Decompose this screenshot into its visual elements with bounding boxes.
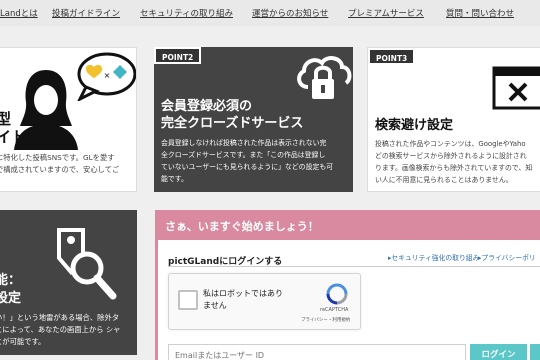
top-nav: Landとは 投稿ガイドライン セキュリティの取り組み 運営からのお知らせ プレ… bbox=[0, 0, 540, 26]
card1-title-line2: イト bbox=[0, 128, 27, 146]
nav-faq[interactable]: 質問・問い合わせ bbox=[446, 7, 514, 19]
privacy-link-label: プライバシーポリ bbox=[481, 254, 536, 262]
card1-desc-line1: に特化した投稿SNSです。GLを愛す bbox=[0, 153, 115, 162]
blocked-window-icon bbox=[492, 66, 540, 110]
login-divider bbox=[168, 266, 540, 267]
card4-title-line2: 設定 bbox=[0, 291, 22, 306]
point3-title: 検索避け設定 bbox=[375, 118, 454, 133]
security-link-label: セキュリティ強化の取り組み bbox=[391, 254, 480, 262]
card4-title-line1: 能： bbox=[0, 273, 22, 288]
security-link[interactable]: ▸セキュリティ強化の取り組み bbox=[388, 252, 479, 262]
login-panel-body: pictGLandにログインする ▸セキュリティ強化の取り組み ▸プライバシーポ… bbox=[158, 240, 540, 360]
recaptcha-label: 私はロボットではあり ません bbox=[203, 288, 283, 312]
nav-guideline[interactable]: 投稿ガイドライン bbox=[52, 7, 120, 19]
point3-desc-line3: ります。画像検索からも除外されていますので、知 bbox=[375, 164, 533, 172]
point2-title-line2: 完全クローズドサービス bbox=[161, 116, 304, 131]
nav-news[interactable]: 運営からのお知らせ bbox=[252, 7, 328, 19]
recaptcha-brand: reCAPTCHA bbox=[320, 307, 349, 313]
point3-desc-line1: 投稿された作品やコンテンツは、GoogleやYaho bbox=[375, 140, 526, 148]
login-panel-header: さぁ、いますぐ始めましょう！ bbox=[155, 210, 540, 240]
point2-desc-line1: 会員登録しなければ投稿された作品は表示されない完 bbox=[161, 139, 327, 147]
card1-title-line1: 型 bbox=[0, 110, 11, 128]
login-button[interactable]: ログイン bbox=[470, 344, 527, 360]
feature-card-point3: POINT3 検索避け設定 投稿された作品やコンテンツは、GoogleやYaho… bbox=[367, 47, 540, 192]
point3-badge: POINT3 bbox=[368, 48, 416, 65]
nav-about[interactable]: Landとは bbox=[0, 7, 38, 19]
card4-desc-line2: とによって、あなたの画面上から シャ bbox=[0, 325, 121, 334]
point3-desc-line4: い人に不用意に見られることはありません。 bbox=[375, 176, 513, 184]
recaptcha-label-line2: ません bbox=[203, 301, 227, 310]
privacy-link[interactable]: ▸プライバシーポリ bbox=[478, 252, 536, 262]
nav-security[interactable]: セキュリティの取り組み bbox=[140, 7, 233, 19]
point2-title-line1: 会員登録必須の bbox=[161, 99, 253, 114]
feature-card-point4: 能： 設定 い！」という地雷がある場合、除外タ とによって、あなたの画面上から … bbox=[0, 210, 137, 355]
tag-search-icon bbox=[57, 228, 117, 300]
secondary-login-button[interactable] bbox=[530, 344, 540, 360]
point2-desc-line4: 能です。 bbox=[161, 175, 188, 183]
card1-desc-line2: で構成されていますので、安心してご bbox=[0, 165, 120, 174]
point2-desc-line3: ていないユーザーにも見られるように」などの設定も可 bbox=[161, 163, 334, 171]
point2-badge: POINT2 bbox=[154, 47, 202, 64]
login-panel-heading: さぁ、いますぐ始めましょう！ bbox=[165, 220, 319, 233]
recaptcha-widget: 私はロボットではあり ません reCAPTCHA プライバシー・利用規約 bbox=[168, 273, 361, 330]
cloud-lock-icon bbox=[297, 56, 352, 99]
login-panel: さぁ、いますぐ始めましょう！ pictGLandにログインする ▸セキュリティ強… bbox=[155, 210, 540, 360]
feature-card-point1: × 型 イト に特化した投稿SNSです。GLを愛す で構成されていますので、安心… bbox=[0, 47, 137, 192]
card4-desc-line3: とが可能です。 bbox=[0, 337, 46, 346]
recaptcha-terms[interactable]: プライバシー・利用規約 bbox=[301, 317, 350, 323]
recaptcha-logo-icon bbox=[326, 283, 348, 305]
email-field[interactable] bbox=[168, 344, 466, 360]
recaptcha-checkbox[interactable] bbox=[178, 290, 198, 310]
recaptcha-label-line1: 私はロボットではあり bbox=[203, 289, 283, 298]
card4-desc-line1: い！」という地雷がある場合、除外タ bbox=[0, 313, 120, 322]
svg-text:×: × bbox=[104, 71, 111, 80]
feature-card-point2: POINT2 会員登録必須の 完全クローズドサービス 会員登録しなければ投稿され… bbox=[154, 47, 353, 192]
point3-desc-line2: どの検索サービスから除外されるように設計され bbox=[375, 152, 527, 160]
point2-desc-line2: 全クローズドサービスです。また「この作品は登録し bbox=[161, 151, 326, 159]
nav-premium[interactable]: プレミアムサービス bbox=[348, 7, 424, 19]
speech-bubble-icon: × bbox=[77, 52, 136, 101]
